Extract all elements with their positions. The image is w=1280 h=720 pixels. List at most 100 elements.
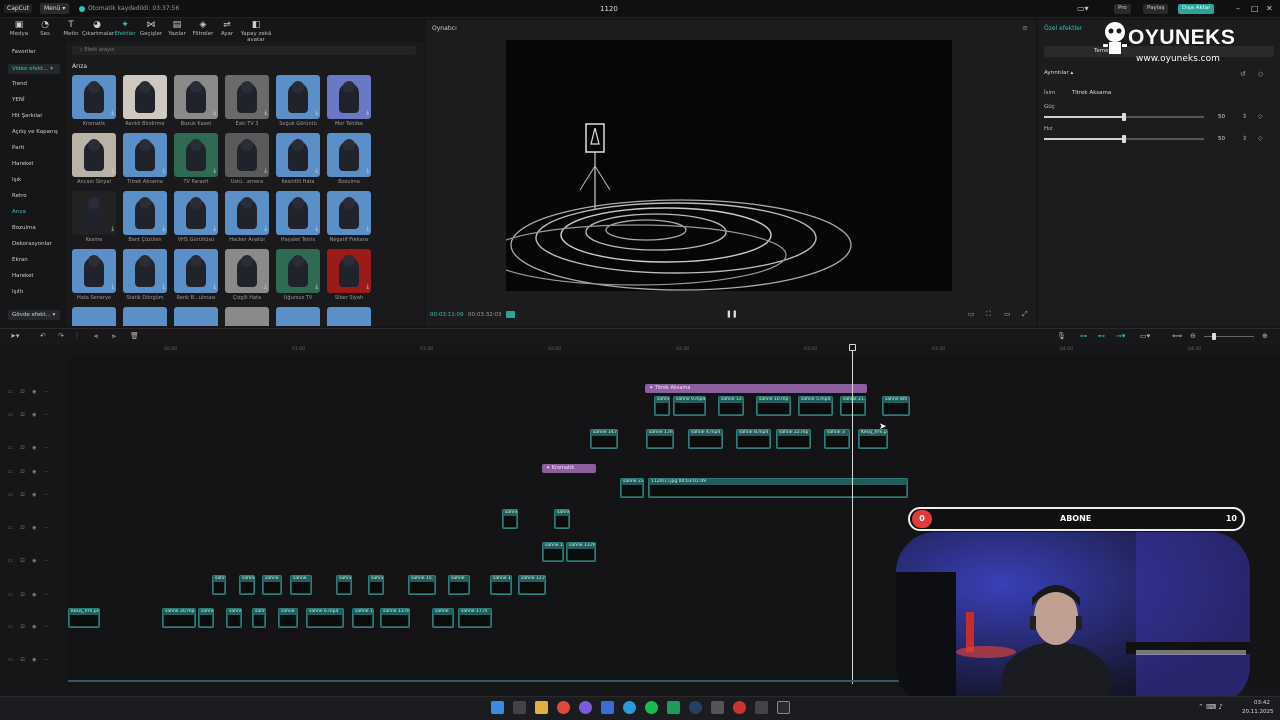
obs-icon[interactable]: [711, 701, 724, 714]
zoom-knob[interactable]: [1212, 333, 1216, 340]
param-slider[interactable]: [1044, 113, 1204, 121]
effect-thumbnail[interactable]: ⤓: [327, 191, 371, 235]
effect-thumbnail[interactable]: ⤓: [225, 249, 269, 293]
effect-thumbnail[interactable]: [72, 307, 116, 326]
nav-favorites[interactable]: Favoriler: [12, 49, 36, 55]
download-icon[interactable]: ⤓: [366, 167, 369, 175]
download-icon[interactable]: ⤓: [315, 283, 318, 291]
nav-item[interactable]: Işık: [12, 177, 21, 183]
download-icon[interactable]: ⤓: [111, 225, 114, 233]
folder-icon[interactable]: [535, 701, 548, 714]
nav-item[interactable]: Işıltı: [12, 289, 23, 295]
player-menu-icon[interactable]: ≡: [1022, 24, 1028, 32]
download-icon[interactable]: ⤓: [162, 109, 165, 117]
timeline-clip[interactable]: sahne 23: [620, 478, 644, 498]
timeline-clip[interactable]: sahne: [252, 608, 266, 628]
timeline-clip[interactable]: sahne 1: [542, 542, 564, 562]
download-icon[interactable]: ⤓: [366, 225, 369, 233]
timeline-clip[interactable]: sahne: [278, 608, 298, 628]
download-icon[interactable]: ⤓: [111, 167, 114, 175]
timeline-clip[interactable]: Kesiş_frm.png: [858, 429, 888, 449]
telegram-icon[interactable]: [623, 701, 636, 714]
timeline-clip[interactable]: sahne 21.: [840, 396, 866, 416]
effect-thumbnail[interactable]: ⤓: [72, 191, 116, 235]
link-icon[interactable]: ⊷: [1098, 332, 1105, 340]
timeline-clip[interactable]: sahne 1: [352, 608, 374, 628]
nav-item[interactable]: Ekran: [12, 257, 28, 263]
timeline-clip[interactable]: sahne 8.mp4: [736, 429, 771, 449]
download-icon[interactable]: ⤓: [213, 109, 216, 117]
playhead[interactable]: [852, 344, 853, 684]
effects-search-input[interactable]: ⌕ Efekt arayın: [72, 46, 416, 55]
redo-icon[interactable]: ↷: [58, 332, 64, 340]
keyframe-icon[interactable]: ◇: [1258, 113, 1263, 120]
timeline-clip[interactable]: sahne: [654, 396, 670, 416]
download-icon[interactable]: ⤓: [264, 109, 267, 117]
stepper-icon[interactable]: ⇕: [1242, 113, 1247, 120]
details-header[interactable]: Ayrıntılar ▴: [1044, 70, 1073, 76]
record-icon[interactable]: [733, 701, 746, 714]
effect-thumbnail[interactable]: ⤓: [72, 133, 116, 177]
minimize-icon[interactable]: –: [1236, 4, 1240, 13]
zoom-out-icon[interactable]: ⊖: [1190, 332, 1196, 340]
timeline-clip[interactable]: sahne: [554, 509, 570, 529]
xbox-icon[interactable]: [667, 701, 680, 714]
timeline-clip[interactable]: sahne: [290, 575, 312, 595]
download-icon[interactable]: ⤓: [213, 283, 216, 291]
download-icon[interactable]: ⤓: [264, 225, 267, 233]
timeline-clip[interactable]: sahne 5.mp4: [798, 396, 833, 416]
effect-thumbnail[interactable]: ⤓: [174, 191, 218, 235]
timeline-ruler[interactable]: 00:00 01:00 01:30 02:00 02:30 03:00 03:30 04:00…: [68, 344, 1280, 356]
timeline-clip[interactable]: sahne 4.mp4: [688, 429, 723, 449]
nav-item[interactable]: Trend: [12, 81, 27, 87]
timeline-clip[interactable]: sahne 13.m: [380, 608, 410, 628]
pause-button[interactable]: ❚❚: [726, 310, 738, 318]
slider-knob[interactable]: [1122, 113, 1126, 121]
download-icon[interactable]: ⤓: [162, 225, 165, 233]
keyframe-icon[interactable]: ◇: [1258, 135, 1263, 142]
effect-thumbnail[interactable]: ⤓: [123, 249, 167, 293]
effect-thumbnail[interactable]: ⤓: [123, 75, 167, 119]
caption-icon[interactable]: ▭▾: [1140, 332, 1150, 340]
timeline-clip[interactable]: sahne 9.mp4: [673, 396, 706, 416]
nav-item[interactable]: Retro: [12, 193, 27, 199]
timeline-clip[interactable]: sahne 12.m: [518, 575, 546, 595]
nav-item[interactable]: Hareket: [12, 273, 34, 279]
timeline-clip[interactable]: sahne 17.m: [458, 608, 492, 628]
timeline-clip[interactable]: sahne: [336, 575, 352, 595]
video-preview[interactable]: [506, 40, 952, 291]
nav-item[interactable]: Parti: [12, 145, 24, 151]
effect-thumbnail[interactable]: ⤓: [174, 249, 218, 293]
nav-item[interactable]: Hareket: [12, 161, 34, 167]
export-button[interactable]: Dışa Aktar: [1178, 4, 1215, 14]
effect-thumbnail[interactable]: [276, 307, 320, 326]
download-icon[interactable]: ⤓: [111, 283, 114, 291]
timeline-clip[interactable]: Kesiş_frm.png: [68, 608, 100, 628]
maximize-icon[interactable]: □: [1251, 4, 1259, 13]
timeline-clip[interactable]: sahne 10.mp: [756, 396, 791, 416]
effect-thumbnail[interactable]: ⤓: [276, 75, 320, 119]
timeline-clip[interactable]: sahne: [239, 575, 255, 595]
playhead-handle[interactable]: [849, 344, 856, 351]
track-controls[interactable]: ▭ ⊡ ◉ ⋯: [8, 445, 52, 451]
app2-icon[interactable]: [755, 701, 768, 714]
slider-knob[interactable]: [1122, 135, 1126, 143]
nav-item[interactable]: Bozulma: [12, 225, 36, 231]
timeline-clip[interactable]: sahne 6.mp4: [306, 608, 344, 628]
download-icon[interactable]: ⤓: [315, 167, 318, 175]
capcut-taskbar-icon[interactable]: [777, 701, 790, 714]
effect-thumbnail[interactable]: ⤓: [123, 133, 167, 177]
effect-thumbnail[interactable]: [327, 307, 371, 326]
param-value[interactable]: 50: [1218, 114, 1225, 120]
menu-button[interactable]: Menü ▾: [40, 3, 70, 14]
download-icon[interactable]: ⤓: [264, 283, 267, 291]
track-controls[interactable]: ▭ ⊡ ◉ ⋯: [8, 624, 52, 630]
timeline-clip[interactable]: sahne 1: [490, 575, 512, 595]
effect-thumbnail[interactable]: ⤓: [276, 191, 320, 235]
track-controls[interactable]: ▭ ⊡ ◉ ⋯: [8, 469, 52, 475]
timeline-scrollbar[interactable]: [68, 680, 904, 682]
stepper-icon[interactable]: ⇕: [1242, 135, 1247, 142]
effect-thumbnail[interactable]: ⤓: [225, 75, 269, 119]
timeline-clip[interactable]: sahne: [368, 575, 384, 595]
zoom-in-icon[interactable]: ⊕: [1262, 332, 1268, 340]
